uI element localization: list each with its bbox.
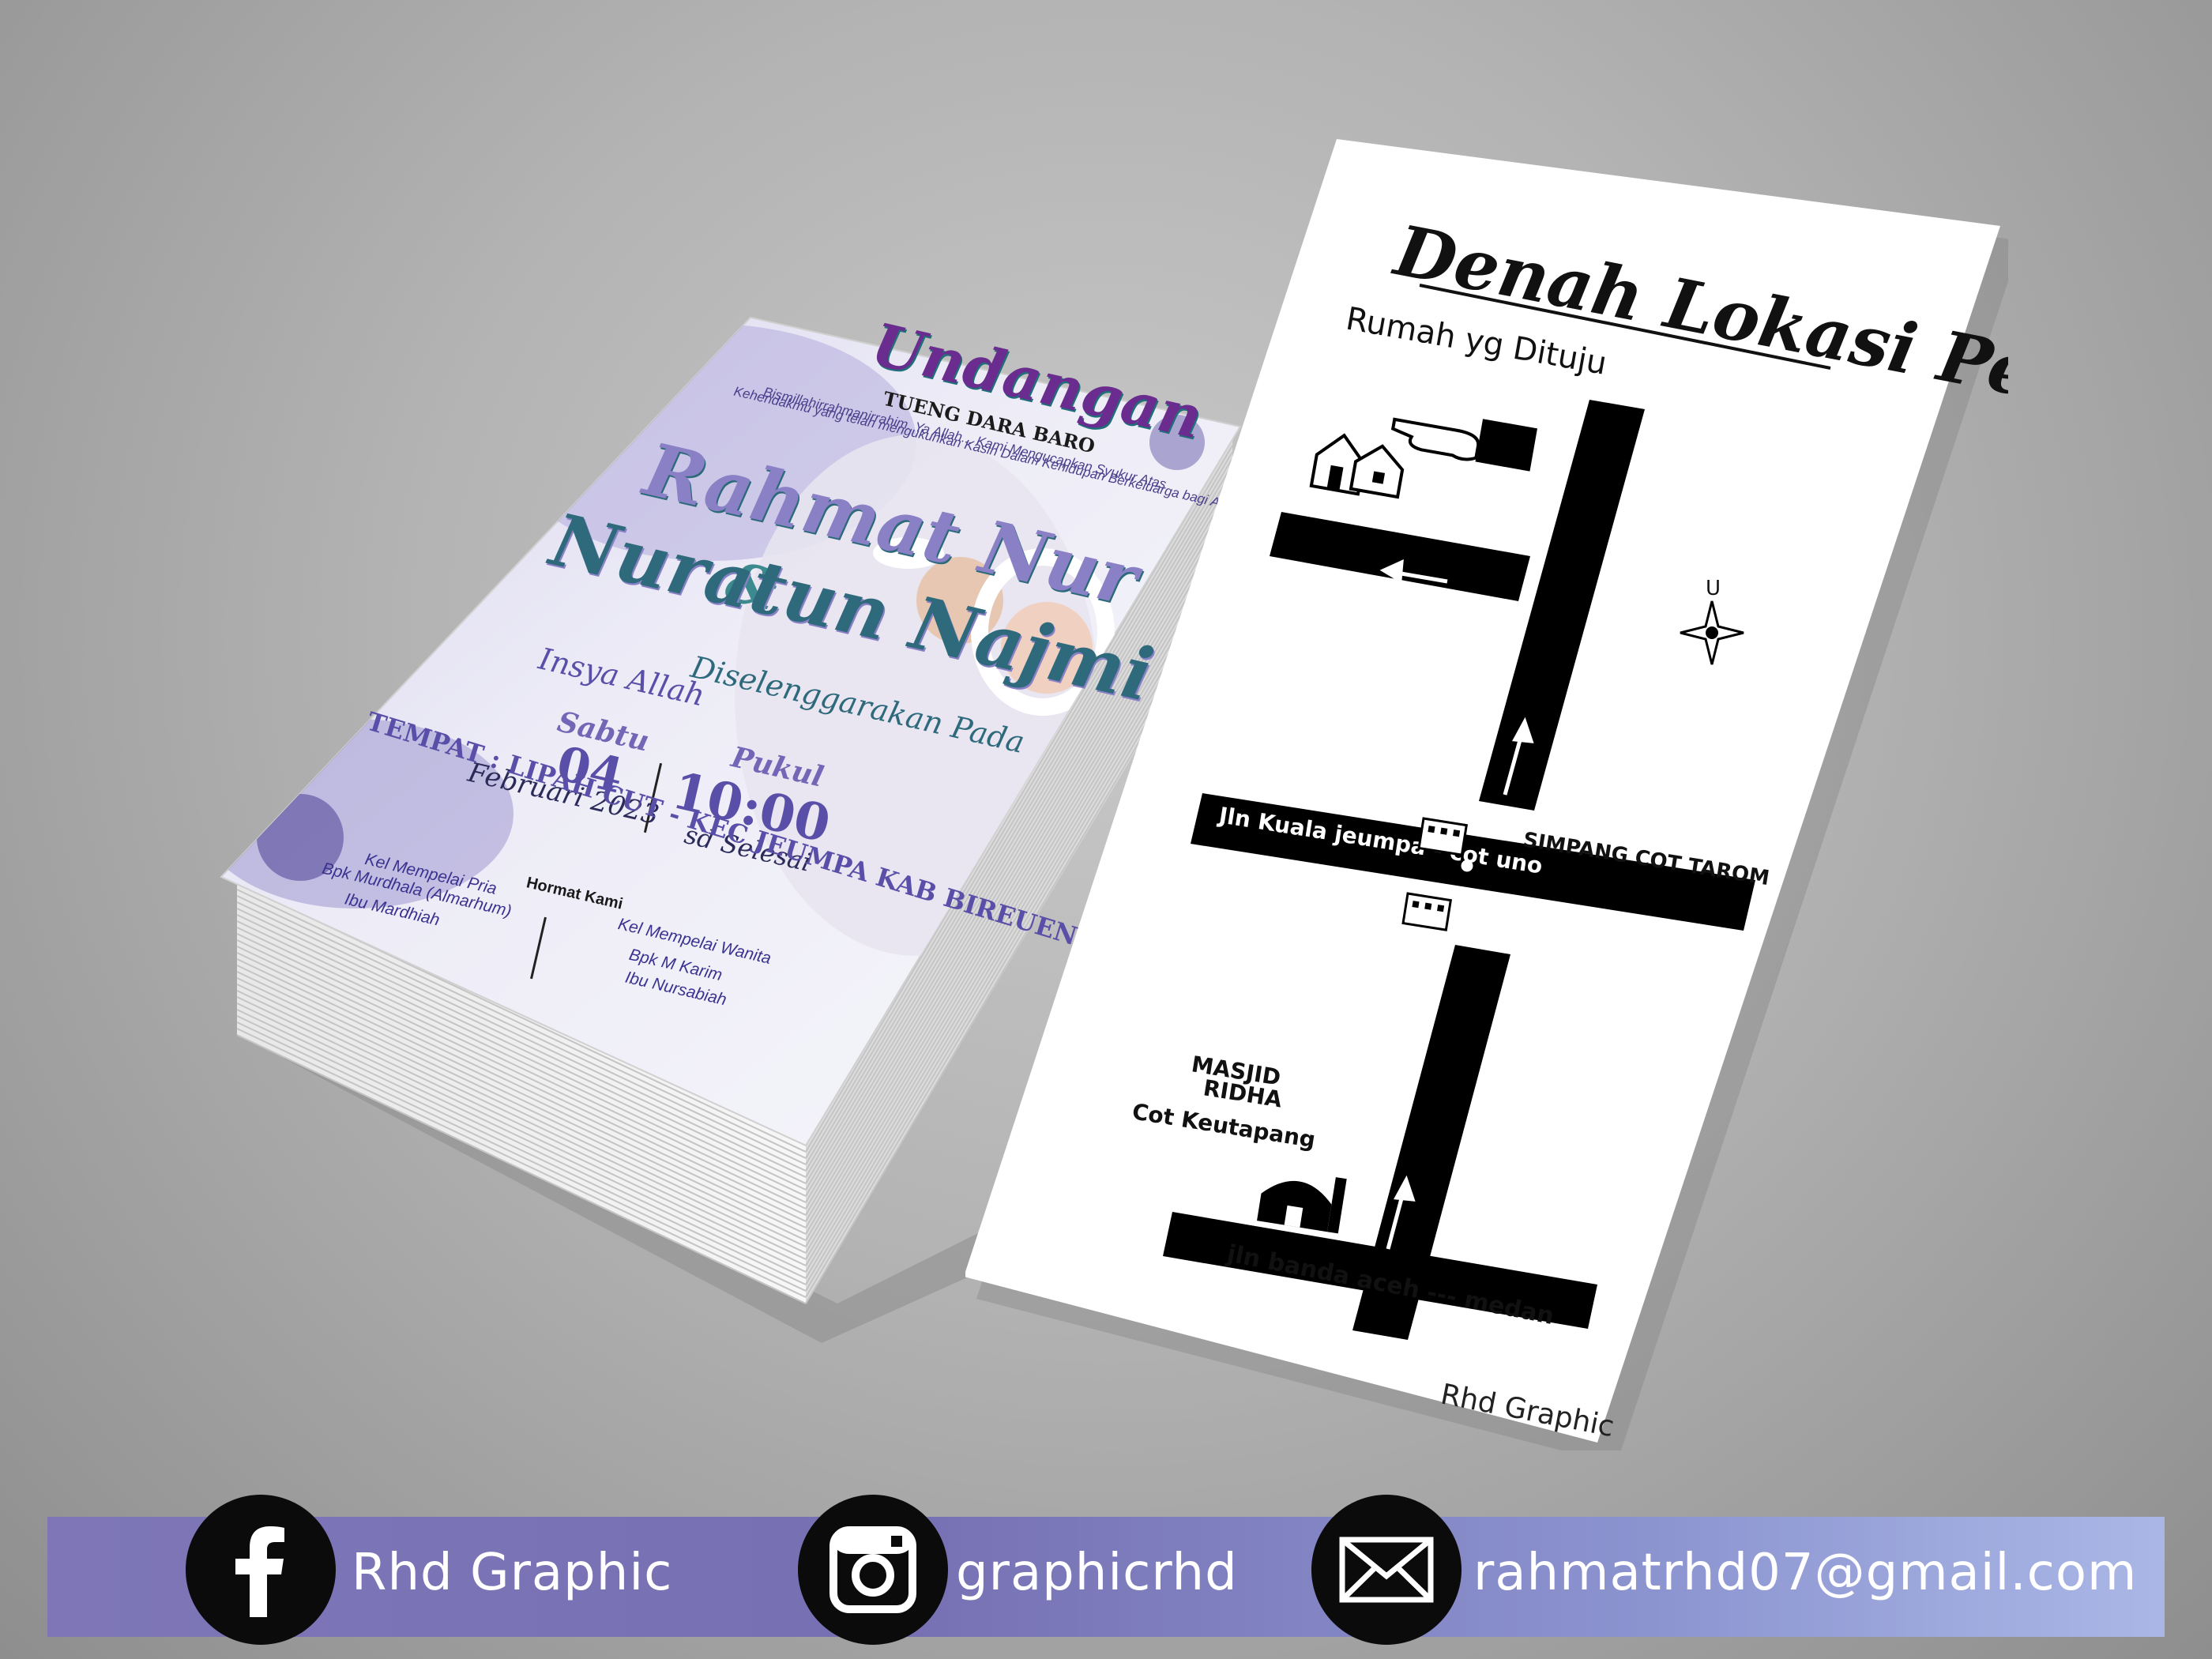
instagram-icon <box>830 1526 916 1613</box>
insya-allah: Insya Allah <box>535 641 709 713</box>
mail-icon <box>1339 1537 1434 1603</box>
instagram-label[interactable]: graphicrhd <box>956 1544 1238 1602</box>
email-button[interactable] <box>1311 1495 1462 1645</box>
families-divider <box>530 916 547 980</box>
facebook-button[interactable] <box>186 1495 336 1645</box>
facebook-label[interactable]: Rhd Graphic <box>352 1544 672 1602</box>
compass-north: U <box>1706 577 1721 600</box>
location-map-card: Denah Lokasi Pesta Rumah yg Dituju Jln K… <box>965 139 2008 1450</box>
instagram-button[interactable] <box>798 1495 948 1645</box>
building-icon <box>1401 892 1453 931</box>
social-banner: Rhd Graphic graphicrhd rahmatrhd07@gmail… <box>47 1495 2165 1645</box>
regards: Hormat Kami <box>525 874 625 913</box>
facebook-icon <box>235 1526 284 1617</box>
building-icon <box>1417 817 1469 856</box>
email-label[interactable]: rahmatrhd07@gmail.com <box>1473 1544 2137 1602</box>
